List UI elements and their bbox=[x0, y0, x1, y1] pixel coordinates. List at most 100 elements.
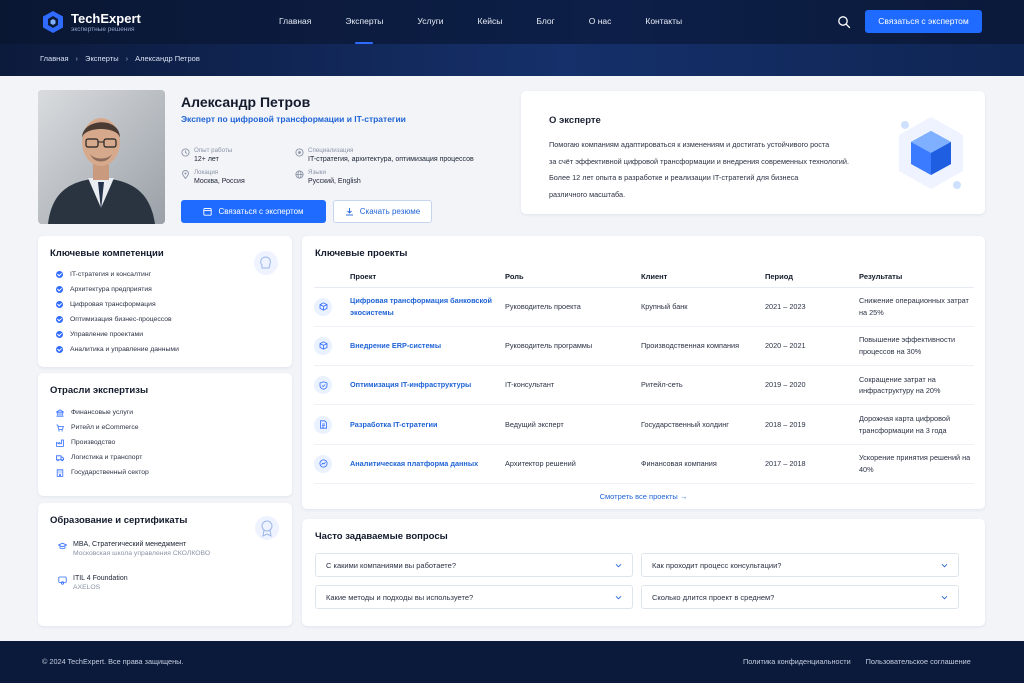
location-icon bbox=[182, 170, 189, 179]
col-period: Период bbox=[765, 266, 859, 288]
project-link[interactable]: Внедрение ERP-системы bbox=[350, 326, 505, 367]
expert-photo bbox=[38, 90, 165, 224]
brand-tagline: экспертные решения bbox=[71, 25, 135, 33]
see-all-projects-link[interactable]: Смотреть все проекты → bbox=[302, 492, 985, 501]
faq-card: Часто задаваемые вопросы С какими компан… bbox=[302, 519, 985, 626]
brand-name: TechExpert bbox=[71, 10, 141, 26]
truck-icon bbox=[56, 454, 64, 461]
meta-experience: Опыт работы 12+ лет bbox=[181, 147, 232, 163]
graduation-cap-icon bbox=[58, 542, 67, 550]
project-link[interactable]: Цифровая трансформация банковской экосис… bbox=[350, 287, 505, 327]
list-item: Оптимизация бизнес-процессов bbox=[56, 312, 179, 327]
clock-icon bbox=[181, 148, 190, 157]
logo[interactable]: TechExpert экспертные решения bbox=[42, 10, 141, 34]
meta-specialization: Специализация IT-стратегия, архитектура, … bbox=[295, 147, 474, 163]
expert-role: Эксперт по цифровой трансформации и IT-с… bbox=[181, 114, 406, 124]
list-item: Цифровая трансформация bbox=[56, 297, 179, 312]
chevron-down-icon bbox=[615, 563, 622, 568]
nav-services[interactable]: Услуги bbox=[417, 0, 443, 44]
breadcrumb: Главная › Эксперты › Александр Петров bbox=[40, 54, 200, 63]
calendar-icon bbox=[203, 208, 213, 216]
list-item: Архитектура предприятия bbox=[56, 282, 179, 297]
privacy-policy-link[interactable]: Политика конфиденциальности bbox=[743, 657, 851, 666]
cube-icon bbox=[314, 297, 332, 316]
site-header: TechExpert экспертные решения Главная Эк… bbox=[0, 0, 1024, 44]
cube-illustration-icon bbox=[899, 117, 963, 189]
contact-expert-header-button[interactable]: Связаться с экспертом bbox=[865, 10, 982, 33]
logo-icon bbox=[43, 11, 63, 33]
nav-blog[interactable]: Блог bbox=[536, 0, 554, 44]
nav-cases[interactable]: Кейсы bbox=[478, 0, 503, 44]
chevron-down-icon bbox=[615, 595, 622, 600]
table-row[interactable]: Разработка IT-стратегии Ведущий эксперт … bbox=[314, 404, 974, 445]
chevron-down-icon bbox=[941, 595, 948, 600]
list-item: Ритейл и eCommerce bbox=[56, 420, 149, 435]
meta-location: Локация Москва, Россия bbox=[181, 169, 245, 185]
footer-links: Политика конфиденциальности Пользователь… bbox=[743, 657, 971, 666]
bank-icon bbox=[56, 408, 64, 417]
faq-item[interactable]: Как проходит процесс консультации? bbox=[641, 553, 959, 577]
award-icon bbox=[255, 516, 279, 540]
shield-icon bbox=[314, 376, 332, 395]
list-item: Финансовые услуги bbox=[56, 405, 149, 420]
check-icon bbox=[56, 346, 63, 353]
education-item: MBA, Стратегический менеджмент Московская… bbox=[58, 541, 210, 557]
projects-title: Ключевые проекты bbox=[315, 248, 408, 259]
list-item: Государственный сектор bbox=[56, 465, 149, 480]
list-item: Производство bbox=[56, 435, 149, 450]
industries-title: Отрасли экспертизы bbox=[50, 385, 149, 396]
education-title: Образование и сертификаты bbox=[50, 515, 188, 526]
building-icon bbox=[56, 468, 64, 477]
breadcrumb-experts[interactable]: Эксперты bbox=[85, 54, 119, 63]
search-icon[interactable] bbox=[837, 15, 851, 29]
project-link[interactable]: Аналитическая платформа данных bbox=[350, 444, 505, 484]
col-client: Клиент bbox=[641, 266, 765, 288]
competencies-list: IT-стратегия и консалтинг Архитектура пр… bbox=[56, 267, 179, 357]
box-icon bbox=[314, 336, 332, 355]
about-text: Помогаю компаниям адаптироваться к измен… bbox=[549, 140, 849, 199]
nav-about[interactable]: О нас bbox=[589, 0, 612, 44]
education-card: Образование и сертификаты MBA, Стратегич… bbox=[38, 503, 292, 626]
industries-card: Отрасли экспертизы Финансовые услуги Рит… bbox=[38, 373, 292, 496]
nav-experts[interactable]: Эксперты bbox=[345, 0, 383, 44]
table-row[interactable]: Оптимизация IT-инфраструктуры IT-консуль… bbox=[314, 365, 974, 406]
site-footer: © 2024 TechExpert. Все права защищены. П… bbox=[0, 641, 1024, 683]
list-item: IT-стратегия и консалтинг bbox=[56, 267, 179, 282]
download-resume-button[interactable]: Скачать резюме bbox=[333, 200, 432, 223]
nav-home[interactable]: Главная bbox=[279, 0, 311, 44]
check-icon bbox=[56, 331, 63, 338]
user-agreement-link[interactable]: Пользовательское соглашение bbox=[866, 657, 971, 666]
faq-title: Часто задаваемые вопросы bbox=[315, 531, 448, 542]
breadcrumb-home[interactable]: Главная bbox=[40, 54, 69, 63]
breadcrumb-current: Александр Петров bbox=[135, 54, 200, 63]
table-row[interactable]: Внедрение ERP-системы Руководитель прогр… bbox=[314, 326, 974, 367]
chevron-right-icon: › bbox=[125, 54, 129, 63]
certificate-icon bbox=[58, 576, 67, 585]
cart-icon bbox=[56, 424, 64, 431]
project-link[interactable]: Разработка IT-стратегии bbox=[350, 404, 505, 445]
col-role: Роль bbox=[505, 266, 641, 288]
target-icon bbox=[295, 148, 304, 157]
col-project: Проект bbox=[350, 266, 505, 288]
meta-languages: Языки Русский, English bbox=[295, 169, 361, 185]
chevron-right-icon: › bbox=[75, 54, 79, 63]
copyright: © 2024 TechExpert. Все права защищены. bbox=[42, 657, 184, 666]
head-icon bbox=[254, 251, 278, 275]
contact-expert-button[interactable]: Связаться с экспертом bbox=[181, 200, 326, 223]
project-link[interactable]: Оптимизация IT-инфраструктуры bbox=[350, 365, 505, 406]
check-icon bbox=[56, 286, 63, 293]
nav-contacts[interactable]: Контакты bbox=[645, 0, 682, 44]
faq-item[interactable]: Какие методы и подходы вы используете? bbox=[315, 585, 633, 609]
document-icon bbox=[314, 415, 332, 434]
expert-portrait-image bbox=[38, 90, 165, 224]
table-row[interactable]: Аналитическая платформа данных Архитекто… bbox=[314, 444, 974, 484]
projects-table: Проект Роль Клиент Период Результаты Циф… bbox=[314, 266, 974, 484]
competencies-title: Ключевые компетенции bbox=[50, 248, 164, 259]
chevron-down-icon bbox=[941, 563, 948, 568]
faq-item[interactable]: С какими компаниями вы работаете? bbox=[315, 553, 633, 577]
faq-item[interactable]: Сколько длится проект в среднем? bbox=[641, 585, 959, 609]
table-row[interactable]: Цифровая трансформация банковской экосис… bbox=[314, 287, 974, 327]
breadcrumb-banner: Главная › Эксперты › Александр Петров bbox=[0, 44, 1024, 76]
check-icon bbox=[56, 271, 63, 278]
analytics-icon bbox=[314, 454, 332, 473]
